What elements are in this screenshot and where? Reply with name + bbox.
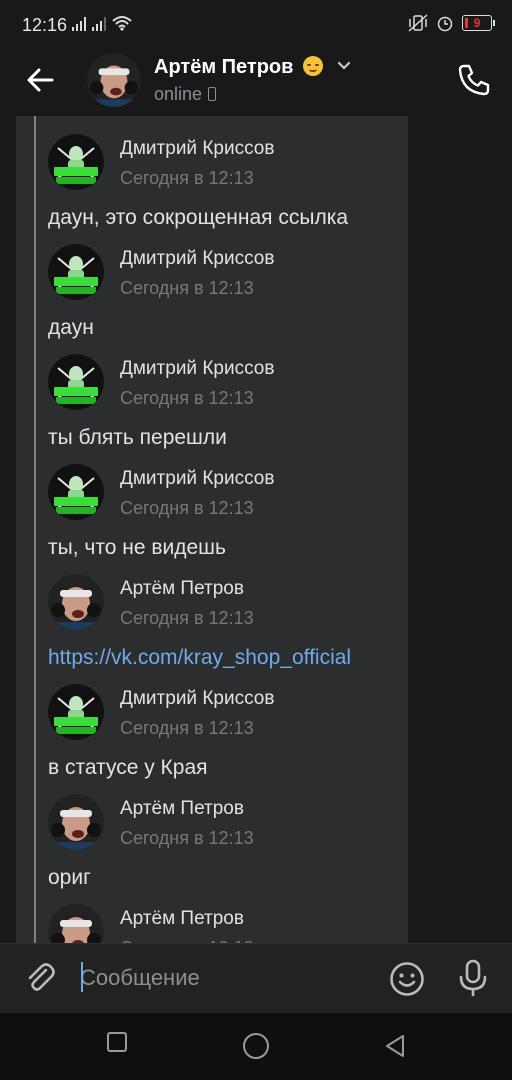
recent-apps-icon[interactable] [106, 1031, 128, 1053]
phone-call-icon[interactable] [456, 62, 492, 98]
microphone-icon[interactable] [455, 958, 491, 998]
message-text: даун [48, 316, 94, 339]
message-timestamp: Сегодня в 12:13 [120, 608, 254, 628]
contact-status: online [154, 84, 217, 105]
mobile-phone-icon [208, 87, 217, 101]
status-icons: 9 [408, 14, 495, 32]
contact-name-text: Артём Петров [154, 56, 294, 78]
alarm-icon [437, 16, 453, 32]
message-text: в статусе у Края [48, 756, 208, 779]
message-list[interactable]: Дмитрий Криссов Сегодня в 12:13 даун, это … [0, 116, 512, 943]
author-avatar[interactable] [48, 244, 104, 300]
paperclip-icon[interactable] [22, 960, 58, 996]
message-text: ты, что не видешь [48, 536, 226, 559]
message-text: даун, это сокрощенная ссылка [48, 206, 349, 229]
back-icon[interactable] [383, 1034, 407, 1058]
wifi-icon [112, 16, 132, 31]
message-author[interactable]: Дмитрий Криссов [120, 248, 274, 270]
author-avatar[interactable] [48, 134, 104, 190]
message-timestamp: Сегодня в 12:13 [120, 718, 254, 738]
text-caret [81, 962, 83, 992]
message-author[interactable]: Артём Петров [120, 908, 244, 930]
message-input[interactable] [80, 960, 370, 996]
message-author[interactable]: Дмитрий Криссов [120, 358, 274, 380]
message-author[interactable]: Дмитрий Криссов [120, 138, 274, 160]
status-time: 12:16 [22, 15, 68, 35]
online-status-text: online [154, 84, 203, 104]
message-author[interactable]: Артём Петров [120, 578, 244, 600]
battery-icon: 9 [462, 15, 495, 31]
author-avatar[interactable] [48, 354, 104, 410]
contact-name[interactable]: Артём Петров [154, 56, 351, 79]
author-avatar[interactable] [48, 574, 104, 630]
message-link[interactable]: https://vk.com/kray_shop_official [48, 646, 351, 670]
forwarded-line [34, 116, 36, 943]
system-navigation-bar [0, 1013, 512, 1080]
status-bar: 12:16 9 [0, 0, 512, 50]
message-author[interactable]: Дмитрий Криссов [120, 468, 274, 490]
message-text: ориг [48, 866, 91, 889]
message-timestamp: Сегодня в 12:13 [120, 278, 254, 298]
author-avatar[interactable] [48, 794, 104, 850]
emoji-smile-icon[interactable] [388, 960, 426, 998]
message-timestamp: Сегодня в 12:13 [120, 388, 254, 408]
contact-avatar[interactable] [87, 53, 141, 107]
smiling-face-emoji-icon [303, 56, 323, 76]
battery-level: 9 [473, 16, 481, 30]
message-text: ты блять перешли [48, 426, 227, 449]
chevron-down-icon[interactable] [337, 61, 351, 71]
home-icon[interactable] [242, 1032, 270, 1060]
message-author[interactable]: Дмитрий Криссов [120, 688, 274, 710]
signal-icon [72, 17, 86, 31]
author-avatar[interactable] [48, 684, 104, 740]
message-composer [0, 943, 512, 1013]
message-author[interactable]: Артём Петров [120, 798, 244, 820]
vibrate-icon [408, 14, 428, 32]
message-timestamp: Сегодня в 12:13 [120, 828, 254, 848]
message-timestamp: Сегодня в 12:13 [120, 498, 254, 518]
author-avatar[interactable] [48, 464, 104, 520]
chat-header: Артём Петров online [0, 50, 512, 116]
signal-icon [92, 17, 106, 31]
message-timestamp: Сегодня в 12:13 [120, 168, 254, 188]
back-arrow-icon[interactable] [22, 62, 58, 98]
